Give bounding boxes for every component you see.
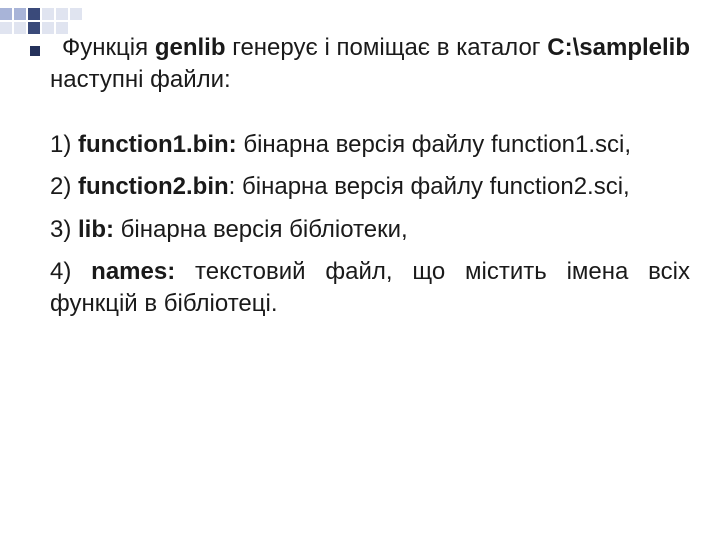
corner-decoration: [0, 0, 150, 30]
deco-square: [0, 8, 12, 20]
list-item: 3) lib: бінарна версія бібліотеки,: [50, 214, 690, 246]
item-desc: : бінарна версія файлу function2.sci,: [229, 173, 630, 200]
item-desc: бінарна версія бібліотеки,: [114, 216, 408, 243]
text: генерує і поміщає в каталог: [225, 34, 547, 61]
list-item: 1) function1.bin: бінарна версія файлу f…: [50, 129, 690, 161]
body-text: Функція genlib генерує і поміщає в катал…: [50, 32, 690, 331]
slide: Функція genlib генерує і поміщає в катал…: [0, 0, 720, 540]
item-name: function1.bin:: [78, 131, 237, 158]
deco-square: [14, 8, 26, 20]
item-number: 2): [50, 173, 78, 200]
item-name: function2.bin: [78, 173, 229, 200]
deco-square: [0, 22, 12, 34]
path-keyword: C:\samplelib: [547, 34, 690, 61]
item-name: lib:: [78, 216, 114, 243]
spacer: [50, 111, 690, 129]
genlib-keyword: genlib: [155, 34, 226, 61]
bullet-icon: [30, 46, 40, 56]
item-desc: бінарна версія файлу function1.sci,: [237, 131, 631, 158]
deco-square: [56, 8, 68, 20]
list-item: 2) function2.bin: бінарна версія файлу f…: [50, 171, 690, 203]
item-number: 1): [50, 131, 78, 158]
text: Функція: [62, 34, 155, 61]
deco-square: [14, 22, 26, 34]
text: наступні файли:: [50, 66, 231, 93]
item-number: 4): [50, 258, 91, 285]
deco-square: [28, 8, 40, 20]
deco-square: [28, 22, 40, 34]
intro-paragraph: Функція genlib генерує і поміщає в катал…: [50, 32, 690, 97]
item-name: names:: [91, 258, 175, 285]
deco-square: [70, 8, 82, 20]
item-number: 3): [50, 216, 78, 243]
list-item: 4) names: текстовий файл, що містить іме…: [50, 256, 690, 321]
deco-square: [42, 8, 54, 20]
